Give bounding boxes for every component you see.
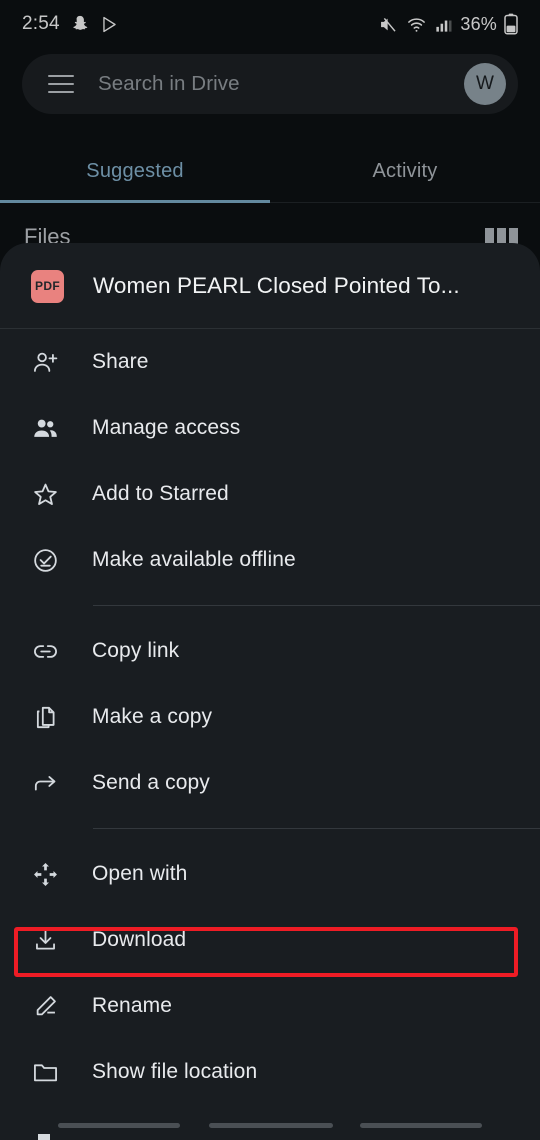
star-outline-icon	[30, 479, 60, 509]
menu-item-share[interactable]: Share	[0, 329, 540, 395]
menu-item-label: Send a copy	[92, 771, 210, 794]
menu-item-download[interactable]: Download	[0, 907, 540, 973]
menu-item-show-file-location[interactable]: Show file location	[0, 1039, 540, 1105]
nav-recents-pill[interactable]	[360, 1123, 482, 1128]
people-icon	[30, 413, 60, 443]
link-icon	[30, 636, 60, 666]
pdf-file-type-icon: PDF	[31, 269, 64, 303]
person-add-icon	[30, 347, 60, 377]
copy-icon	[30, 702, 60, 732]
folder-icon	[30, 1057, 60, 1087]
menu-item-label: Show file location	[92, 1060, 258, 1083]
file-name: Women PEARL Closed Pointed To...	[93, 273, 460, 298]
system-navigation-bar	[0, 1114, 540, 1140]
send-arrow-icon	[30, 768, 60, 798]
nav-back-pill[interactable]	[58, 1123, 180, 1128]
menu-item-label: Share	[92, 350, 149, 373]
sheet-file-header: PDF Women PEARL Closed Pointed To...	[0, 243, 540, 329]
menu-divider	[0, 593, 540, 618]
menu-item-rename[interactable]: Rename	[0, 973, 540, 1039]
nav-corner-marker	[38, 1134, 50, 1140]
menu-item-label: Open with	[92, 862, 188, 885]
menu-item-send-a-copy[interactable]: Send a copy	[0, 750, 540, 816]
menu-item-label: Make available offline	[92, 548, 296, 571]
menu-item-add-to-starred[interactable]: Add to Starred	[0, 461, 540, 527]
menu-item-manage-access[interactable]: Manage access	[0, 395, 540, 461]
menu-item-make-a-copy[interactable]: Make a copy	[0, 684, 540, 750]
nav-home-pill[interactable]	[209, 1123, 333, 1128]
menu-item-label: Add to Starred	[92, 482, 229, 505]
open-with-icon	[30, 859, 60, 889]
pencil-icon	[30, 991, 60, 1021]
menu-item-make-available-offline[interactable]: Make available offline	[0, 527, 540, 593]
file-options-menu: Share Manage access Add to Starred Make …	[0, 329, 540, 1105]
download-icon	[30, 925, 60, 955]
menu-item-label: Make a copy	[92, 705, 213, 728]
phone-screen: 2:54 36% Search in Drive W Suggested Act…	[0, 0, 540, 1140]
check-circle-icon	[30, 545, 60, 575]
menu-item-label: Manage access	[92, 416, 241, 439]
menu-divider	[0, 816, 540, 841]
file-options-bottom-sheet: PDF Women PEARL Closed Pointed To... Sha…	[0, 243, 540, 1140]
menu-item-label: Download	[92, 928, 187, 951]
menu-item-label: Rename	[92, 994, 172, 1017]
menu-item-copy-link[interactable]: Copy link	[0, 618, 540, 684]
menu-item-label: Copy link	[92, 639, 180, 662]
menu-item-open-with[interactable]: Open with	[0, 841, 540, 907]
